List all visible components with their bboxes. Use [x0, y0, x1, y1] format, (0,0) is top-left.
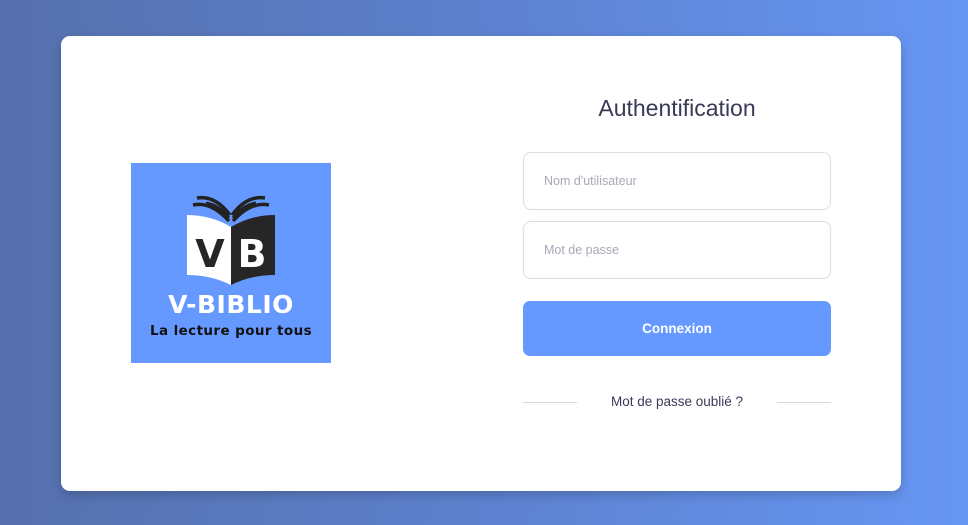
password-input[interactable] [523, 221, 831, 279]
svg-text:B: B [238, 232, 267, 276]
page-title: Authentification [598, 95, 756, 121]
forgot-password-row: Mot de passe oublié ? [523, 392, 831, 412]
brand-name: V-BIBLIO [168, 290, 294, 319]
brand-logo: V B V-BIBLIO La lecture pour tous [131, 163, 331, 363]
divider-right [777, 402, 831, 403]
svg-text:V: V [195, 232, 225, 276]
login-card: V B V-BIBLIO La lecture pour tous Authen… [61, 36, 901, 491]
login-button[interactable]: Connexion [523, 301, 831, 356]
username-input[interactable] [523, 152, 831, 210]
brand-tagline: La lecture pour tous [149, 323, 313, 339]
